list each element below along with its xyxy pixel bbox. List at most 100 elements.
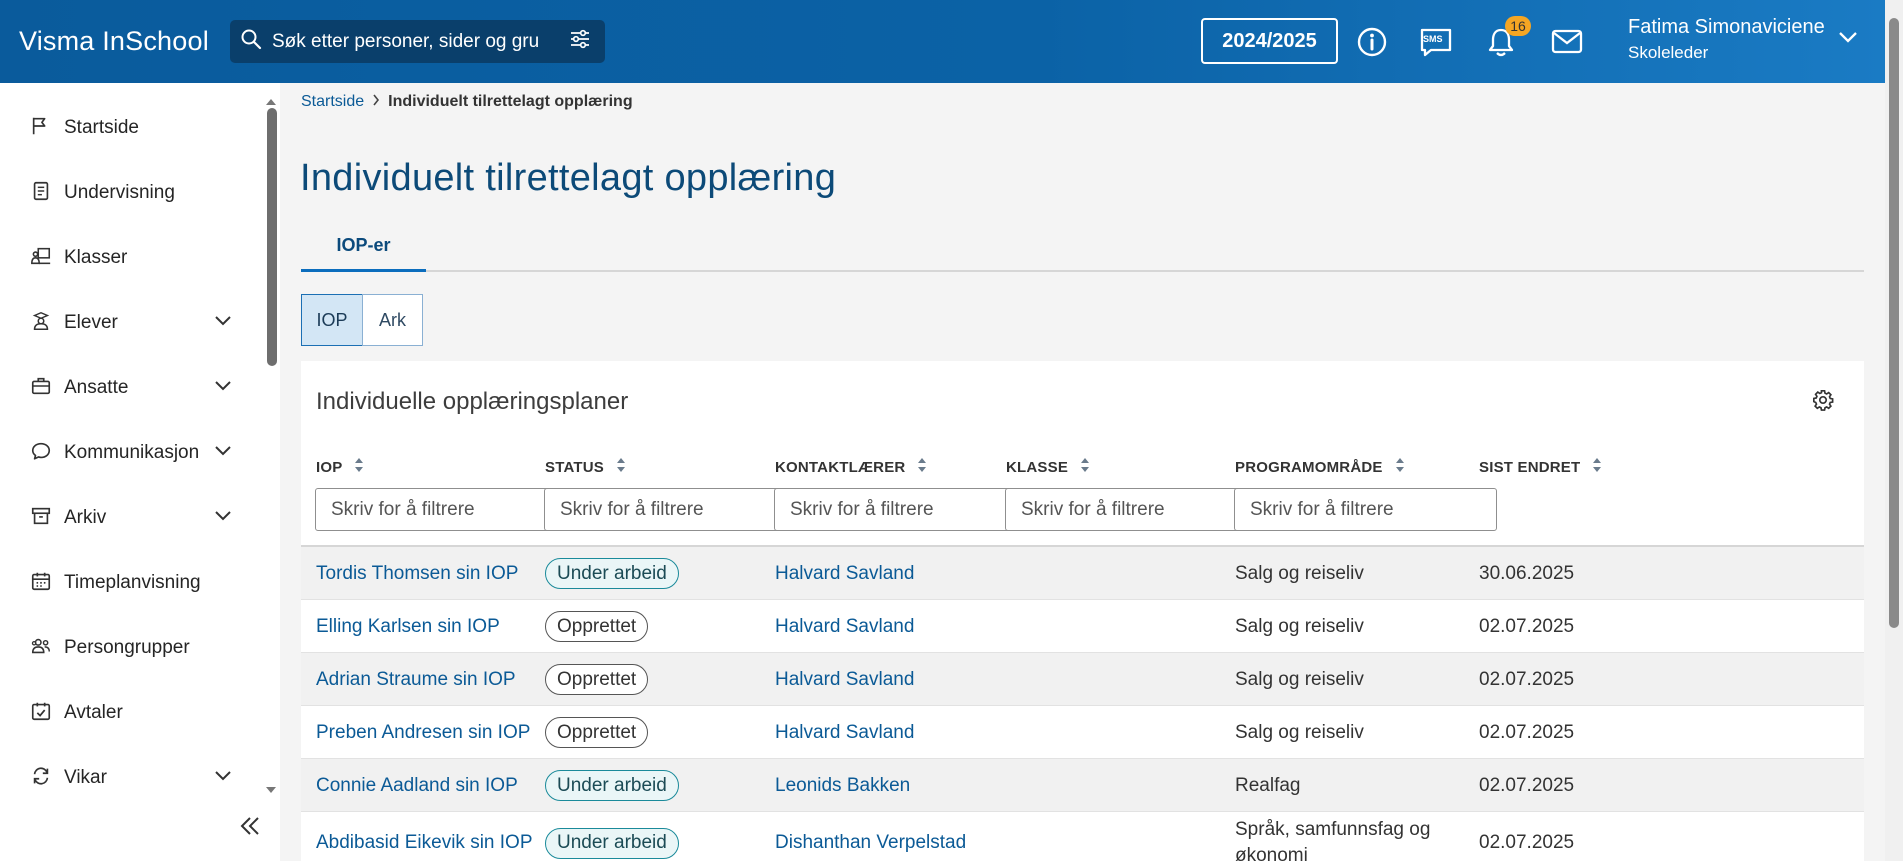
search-icon xyxy=(240,28,262,55)
last-changed-cell: 02.07.2025 xyxy=(1479,615,1575,637)
sort-icon[interactable] xyxy=(917,457,927,477)
column-header-status[interactable]: STATUS xyxy=(545,457,626,477)
table-row[interactable]: Abdibasid Eikevik sin IOP Under arbeid Dis… xyxy=(301,812,1864,861)
sidebar-item-kommunikasjon[interactable]: Kommunikasjon xyxy=(0,423,262,483)
filter-input-iop[interactable]: Skriv for å filtrere xyxy=(315,488,561,531)
column-header-changed[interactable]: SIST ENDRET xyxy=(1479,457,1602,477)
chat-icon xyxy=(30,440,52,467)
sidebar: Startside Undervisning Klasser Elever Ansatt… xyxy=(0,83,280,861)
last-changed-cell: 02.07.2025 xyxy=(1479,668,1575,690)
school-year-button[interactable]: 2024/2025 xyxy=(1201,18,1338,64)
teacher-link[interactable]: Halvard Savland xyxy=(775,706,914,759)
sidebar-item-label: Ansatte xyxy=(64,377,129,398)
chevron-down-icon[interactable] xyxy=(214,314,232,332)
status-cell: Opprettet xyxy=(545,653,649,706)
chevron-right-icon xyxy=(372,93,380,111)
sidebar-item-elever[interactable]: Elever xyxy=(0,293,262,353)
iop-link[interactable]: Tordis Thomsen sin IOP xyxy=(316,547,518,600)
teacher-link[interactable]: Halvard Savland xyxy=(775,600,914,653)
archive-icon xyxy=(30,505,52,532)
column-header-iop[interactable]: IOP xyxy=(316,457,364,477)
last-changed-cell: 02.07.2025 xyxy=(1479,774,1575,796)
sidebar-item-startside[interactable]: Startside xyxy=(0,98,262,158)
status-badge: Under arbeid xyxy=(545,770,679,801)
filter-settings-icon[interactable] xyxy=(569,28,591,55)
column-header-class[interactable]: KLASSE xyxy=(1006,457,1090,477)
column-header-label: SIST ENDRET xyxy=(1479,458,1581,476)
program-cell: Salg og reiseliv xyxy=(1235,668,1364,690)
tab-iop-er[interactable]: IOP-er xyxy=(301,222,426,272)
chevron-down-icon[interactable] xyxy=(1838,30,1858,49)
sort-icon[interactable] xyxy=(616,457,626,477)
search-input[interactable]: Søk etter personer, sider og gru xyxy=(272,31,569,53)
filter-input-status[interactable]: Skriv for å filtrere xyxy=(544,488,790,531)
briefcase-icon xyxy=(30,375,52,402)
sidebar-item-undervisning[interactable]: Undervisning xyxy=(0,163,262,223)
search-box[interactable]: Søk etter personer, sider og gru xyxy=(230,20,605,63)
teacher-link[interactable]: Halvard Savland xyxy=(775,653,914,706)
sidebar-item-label: Elever xyxy=(64,312,118,333)
chevron-down-icon[interactable] xyxy=(214,444,232,462)
iop-link[interactable]: Connie Aadland sin IOP xyxy=(316,759,518,812)
filter-input-class[interactable]: Skriv for å filtrere xyxy=(1005,488,1250,531)
sort-icon[interactable] xyxy=(354,457,364,477)
window-scrollbar-thumb[interactable] xyxy=(1889,18,1899,628)
sort-icon[interactable] xyxy=(1395,457,1405,477)
student-icon xyxy=(30,310,52,337)
filter-input-program[interactable]: Skriv for å filtrere xyxy=(1234,488,1497,531)
table-title: Individuelle opplæringsplaner xyxy=(316,388,629,415)
app-brand[interactable]: Visma InSchool xyxy=(19,26,230,57)
swap-icon xyxy=(30,765,52,792)
iop-link[interactable]: Abdibasid Eikevik sin IOP xyxy=(316,812,533,861)
filter-input-teacher[interactable]: Skriv for å filtrere xyxy=(774,488,1020,531)
status-cell: Opprettet xyxy=(545,600,649,653)
program-cell: Realfag xyxy=(1235,774,1301,796)
gear-icon[interactable] xyxy=(1812,389,1834,416)
user-menu[interactable]: Fatima Simonaviciene Skoleleder xyxy=(1628,16,1825,63)
flag-icon xyxy=(30,115,52,142)
table-row[interactable]: Tordis Thomsen sin IOP Under arbeid Halvar… xyxy=(301,547,1864,600)
window-scrollbar[interactable] xyxy=(1885,0,1903,861)
iop-link[interactable]: Preben Andresen sin IOP xyxy=(316,706,530,759)
segment-ark[interactable]: Ark xyxy=(362,294,423,346)
sidebar-item-label: Startside xyxy=(64,117,139,138)
sidebar-item-klasser[interactable]: Klasser xyxy=(0,228,262,288)
table-row[interactable]: Elling Karlsen sin IOP Opprettet Halvard S… xyxy=(301,600,1864,653)
sort-icon[interactable] xyxy=(1080,457,1090,477)
sidebar-scrollbar-thumb[interactable] xyxy=(267,108,277,366)
sidebar-item-ansatte[interactable]: Ansatte xyxy=(0,358,262,418)
sidebar-item-persongrupper[interactable]: Persongrupper xyxy=(0,618,262,678)
program-cell: Salg og reiseliv xyxy=(1235,615,1364,637)
sms-icon[interactable]: SMS xyxy=(1416,22,1456,62)
sidebar-item-vikar[interactable]: Vikar xyxy=(0,748,262,808)
segment-iop[interactable]: IOP xyxy=(301,294,363,346)
column-header-label: PROGRAMOMRÅDE xyxy=(1235,458,1383,476)
chevron-down-icon[interactable] xyxy=(214,379,232,397)
column-header-teacher[interactable]: KONTAKTLÆRER xyxy=(775,457,927,477)
sidebar-item-timeplanvisning[interactable]: Timeplanvisning xyxy=(0,553,262,613)
sidebar-item-avtaler[interactable]: Avtaler xyxy=(0,683,262,743)
info-icon[interactable] xyxy=(1352,22,1392,62)
status-badge: Under arbeid xyxy=(545,827,679,859)
table-row[interactable]: Preben Andresen sin IOP Opprettet Halvard … xyxy=(301,706,1864,759)
scroll-down-arrow-icon xyxy=(266,787,276,793)
last-changed-cell: 02.07.2025 xyxy=(1479,721,1575,743)
breadcrumb-home[interactable]: Startside xyxy=(301,93,364,111)
breadcrumb: Startside Individuelt tilrettelagt opplæ… xyxy=(301,93,633,111)
status-badge: Opprettet xyxy=(545,717,649,748)
sort-icon[interactable] xyxy=(1592,457,1602,477)
iop-link[interactable]: Elling Karlsen sin IOP xyxy=(316,600,500,653)
teacher-link[interactable]: Leonids Bakken xyxy=(775,759,910,812)
table-row[interactable]: Connie Aadland sin IOP Under arbeid Leonid… xyxy=(301,759,1864,812)
collapse-sidebar-icon[interactable] xyxy=(237,815,263,842)
chevron-down-icon[interactable] xyxy=(214,769,232,787)
table-row[interactable]: Adrian Straume sin IOP Opprettet Halvard S… xyxy=(301,653,1864,706)
sidebar-item-arkiv[interactable]: Arkiv xyxy=(0,488,262,548)
teacher-link[interactable]: Dishanthan Verpelstad xyxy=(775,812,966,861)
column-header-label: KONTAKTLÆRER xyxy=(775,458,906,476)
iop-link[interactable]: Adrian Straume sin IOP xyxy=(316,653,516,706)
column-header-program[interactable]: PROGRAMOMRÅDE xyxy=(1235,457,1405,477)
mail-icon[interactable] xyxy=(1547,22,1587,62)
teacher-link[interactable]: Halvard Savland xyxy=(775,547,914,600)
chevron-down-icon[interactable] xyxy=(214,509,232,527)
